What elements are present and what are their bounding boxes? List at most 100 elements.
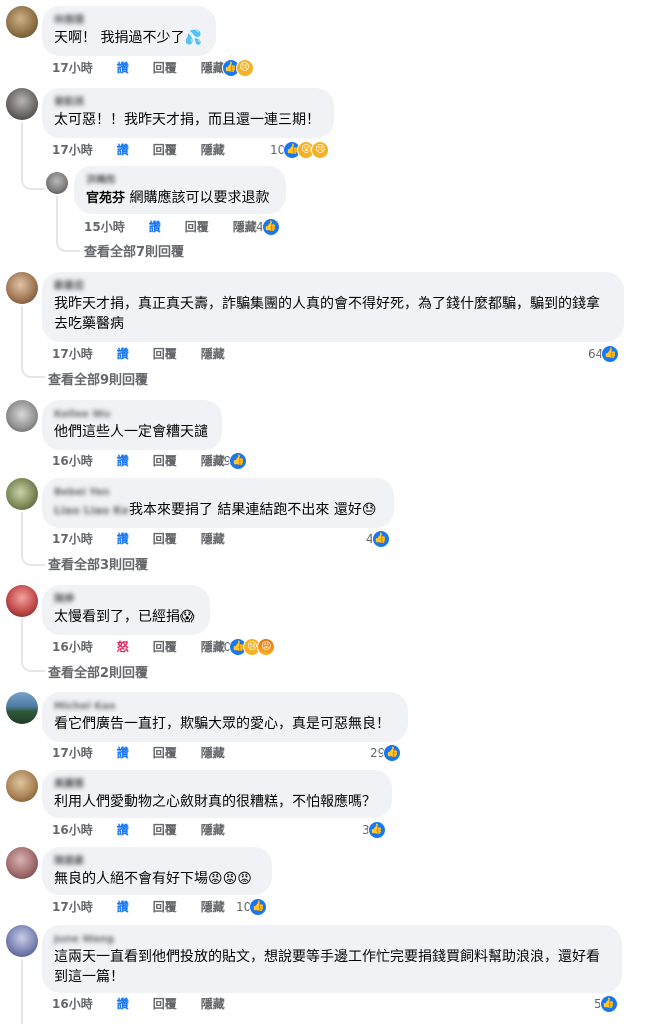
hide-button[interactable]: 隱藏 xyxy=(201,142,225,158)
avatar[interactable] xyxy=(6,272,38,304)
like-button[interactable]: 讚 xyxy=(117,531,129,547)
avatar[interactable] xyxy=(6,770,38,802)
mention-link[interactable]: Liao Liao Ke xyxy=(54,504,129,517)
like-button[interactable]: 讚 xyxy=(117,346,129,362)
commenter-name[interactable]: Kellee Wu xyxy=(54,408,210,422)
reaction-summary[interactable]: 5 👍 xyxy=(594,995,618,1013)
comment-bubble: 陳婷 太慢看到了，已經捐😱 xyxy=(42,585,210,635)
reply-button[interactable]: 回覆 xyxy=(153,899,177,915)
timestamp[interactable]: 16小時 xyxy=(52,822,93,838)
reply-button[interactable]: 回覆 xyxy=(153,996,177,1012)
view-all-replies-link[interactable]: 查看全部7則回覆 xyxy=(84,244,184,262)
avatar[interactable] xyxy=(6,585,38,617)
reaction-summary[interactable]: 29 👍 xyxy=(370,744,402,762)
commenter-name[interactable]: 曾凱琪 xyxy=(54,96,322,110)
reply-button[interactable]: 回覆 xyxy=(153,346,177,362)
reply-button[interactable]: 回覆 xyxy=(153,822,177,838)
view-all-replies-link[interactable]: 查看全部9則回覆 xyxy=(48,372,148,390)
hide-button[interactable]: 隱藏 xyxy=(233,219,257,235)
timestamp[interactable]: 17小時 xyxy=(52,60,93,76)
avatar[interactable] xyxy=(6,847,38,879)
thread-line xyxy=(56,196,58,244)
reaction-summary[interactable]: 64 👍 xyxy=(588,345,620,363)
like-button[interactable]: 讚 xyxy=(117,60,129,76)
commenter-name[interactable]: Bebei Yen xyxy=(54,486,382,500)
commenter-name[interactable]: 鄭曼茹 xyxy=(54,280,612,294)
reaction-summary[interactable]: 4 👍 xyxy=(256,218,280,236)
comment-text: 他們這些人一定會糟天譴 xyxy=(54,424,208,440)
avatar[interactable] xyxy=(6,88,38,120)
hide-button[interactable]: 隱藏 xyxy=(201,745,225,761)
comment-bubble: 陳建豪 無良的人絕不會有好下場😡😡😡 xyxy=(42,847,272,895)
commenter-name[interactable]: 黃麗雲 xyxy=(54,778,380,792)
reply-button[interactable]: 回覆 xyxy=(185,219,209,235)
hide-button[interactable]: 隱藏 xyxy=(201,996,225,1012)
reaction-summary[interactable]: 7 👍 😢 xyxy=(216,59,254,77)
avatar[interactable] xyxy=(6,925,38,957)
timestamp[interactable]: 17小時 xyxy=(52,531,93,547)
comment-text: 我本來要捐了 結果連結跑不出來 還好😓 xyxy=(128,502,377,518)
timestamp[interactable]: 17小時 xyxy=(52,346,93,362)
reply-button[interactable]: 回覆 xyxy=(153,453,177,469)
timestamp[interactable]: 17小時 xyxy=(52,745,93,761)
like-button[interactable]: 讚 xyxy=(117,142,129,158)
reply-button[interactable]: 回覆 xyxy=(153,639,177,655)
reply-actions: 15小時 讚 回覆 隱藏 xyxy=(84,219,281,235)
reply-avatar[interactable] xyxy=(46,172,68,194)
like-button[interactable]: 讚 xyxy=(117,453,129,469)
avatar[interactable] xyxy=(6,478,38,510)
reply-button[interactable]: 回覆 xyxy=(153,60,177,76)
replier-name[interactable]: 洪曉彤 xyxy=(86,174,274,188)
comment-actions: 17小時 讚 回覆 隱藏 xyxy=(52,745,249,761)
commenter-name[interactable]: Michel Kao xyxy=(54,700,396,714)
timestamp[interactable]: 16小時 xyxy=(52,453,93,469)
reply-button[interactable]: 回覆 xyxy=(153,745,177,761)
reaction-summary[interactable]: 29 👍 xyxy=(216,452,248,470)
like-button[interactable]: 讚 xyxy=(117,822,129,838)
comment-text: 無良的人絕不會有好下場😡😡😡 xyxy=(54,871,252,887)
commenter-name[interactable]: 林佩珊 xyxy=(54,14,204,28)
timestamp[interactable]: 17小時 xyxy=(52,899,93,915)
timestamp[interactable]: 15小時 xyxy=(84,219,125,235)
timestamp[interactable]: 16小時 xyxy=(52,639,93,655)
hide-button[interactable]: 隱藏 xyxy=(201,899,225,915)
reply-button[interactable]: 回覆 xyxy=(153,142,177,158)
view-all-replies-link[interactable]: 查看全部2則回覆 xyxy=(48,665,148,683)
comment-bubble: 曾凱琪 太可惡！！我昨天才捐，而且還一連三期！ xyxy=(42,88,334,138)
avatar[interactable] xyxy=(6,692,38,724)
timestamp[interactable]: 17小時 xyxy=(52,142,93,158)
hide-button[interactable]: 隱藏 xyxy=(201,346,225,362)
reply-button[interactable]: 回覆 xyxy=(153,531,177,547)
comment-actions: 17小時 讚 回覆 隱藏 xyxy=(52,142,249,158)
thread-line xyxy=(21,619,23,661)
avatar[interactable] xyxy=(6,6,38,38)
timestamp[interactable]: 16小時 xyxy=(52,996,93,1012)
like-button[interactable]: 讚 xyxy=(117,996,129,1012)
like-button[interactable]: 讚 xyxy=(117,899,129,915)
reaction-summary[interactable]: 10 👍 😢 😡 xyxy=(216,638,276,656)
hide-button[interactable]: 隱藏 xyxy=(201,822,225,838)
comment-bubble: 鄭曼茹 我昨天才捐，真正真夭壽，詐騙集團的人真的會不得好死，為了錢什麼都騙，騙到… xyxy=(42,272,624,342)
comment-text: 我昨天才捐，真正真夭壽，詐騙集團的人真的會不得好死，為了錢什麼都騙，騙到的錢拿去… xyxy=(54,296,600,332)
reaction-summary[interactable]: 4 👍 xyxy=(366,530,390,548)
comment-bubble: 林佩珊 天啊！ 我捐過不少了💦 xyxy=(42,6,216,56)
avatar[interactable] xyxy=(6,400,38,432)
thread-connector xyxy=(56,238,80,252)
view-all-replies-link[interactable]: 查看全部3則回覆 xyxy=(48,557,148,575)
reaction-summary[interactable]: 3 👍 xyxy=(362,821,386,839)
comment-bubble: Michel Kao 看它們廣告一直打，欺騙大眾的愛心，真是可惡無良！ xyxy=(42,692,408,742)
reaction-summary[interactable]: 10 👍 😮 😢 xyxy=(270,141,330,159)
thread-connector xyxy=(21,658,45,672)
thread-line xyxy=(21,306,23,368)
angry-reaction-button[interactable]: 怒 xyxy=(117,639,129,655)
comment-text: 天啊！ 我捐過不少了💦 xyxy=(54,30,202,46)
hide-button[interactable]: 隱藏 xyxy=(201,531,225,547)
like-button[interactable]: 讚 xyxy=(117,745,129,761)
like-button[interactable]: 讚 xyxy=(149,219,161,235)
commenter-name[interactable]: June Wang xyxy=(54,933,610,947)
thread-line xyxy=(21,512,23,554)
commenter-name[interactable]: 陳建豪 xyxy=(54,855,260,869)
commenter-name[interactable]: 陳婷 xyxy=(54,593,198,607)
reaction-summary[interactable]: 10 👍 xyxy=(236,898,268,916)
mention-link[interactable]: 官苑芬 xyxy=(86,191,125,206)
